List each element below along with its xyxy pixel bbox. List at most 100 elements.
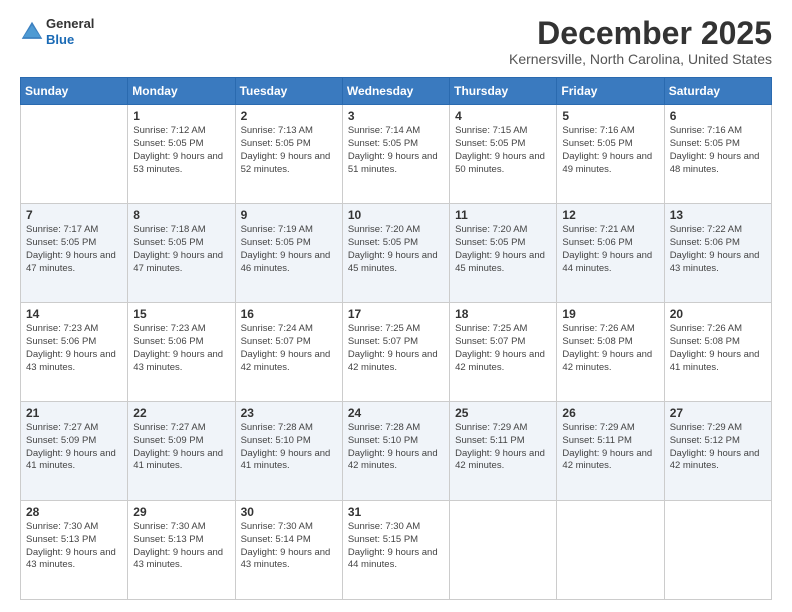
table-row: 9Sunrise: 7:19 AMSunset: 5:05 PMDaylight… xyxy=(235,204,342,303)
table-row: 2Sunrise: 7:13 AMSunset: 5:05 PMDaylight… xyxy=(235,105,342,204)
col-monday: Monday xyxy=(128,78,235,105)
col-thursday: Thursday xyxy=(450,78,557,105)
col-sunday: Sunday xyxy=(21,78,128,105)
day-info: Sunrise: 7:17 AMSunset: 5:05 PMDaylight:… xyxy=(26,224,122,275)
day-number: 23 xyxy=(241,406,337,420)
day-info: Sunrise: 7:16 AMSunset: 5:05 PMDaylight:… xyxy=(670,125,766,176)
day-number: 4 xyxy=(455,109,551,123)
table-row: 23 Sunrise: 7:28 AMSunset: 5:10 PMDayligh… xyxy=(235,402,342,501)
day-number: 28 xyxy=(26,505,122,519)
day-info: Sunrise: 7:28 AMSunset: 5:10 PMDaylight:… xyxy=(348,422,444,473)
day-number: 24 xyxy=(348,406,444,420)
day-info: Sunrise: 7:27 AMSunset: 5:09 PMDaylight:… xyxy=(133,422,229,473)
day-number: 26 xyxy=(562,406,658,420)
day-info: Sunrise: 7:12 AMSunset: 5:05 PMDaylight:… xyxy=(133,125,229,176)
table-row: 3 Sunrise: 7:14 AMSunset: 5:05 PMDaylight… xyxy=(342,105,449,204)
day-info: Sunrise: 7:25 AMSunset: 5:07 PMDaylight:… xyxy=(455,323,551,374)
day-number: 1 xyxy=(133,109,229,123)
day-number: 7 xyxy=(26,208,122,222)
day-number: 10 xyxy=(348,208,444,222)
calendar-week-2: 7 Sunrise: 7:17 AMSunset: 5:05 PMDaylight… xyxy=(21,204,772,303)
table-row: 29 Sunrise: 7:30 AMSunset: 5:13 PMDayligh… xyxy=(128,501,235,600)
table-row: 1 Sunrise: 7:12 AMSunset: 5:05 PMDaylight… xyxy=(128,105,235,204)
table-row: 12 Sunrise: 7:21 AMSunset: 5:06 PMDayligh… xyxy=(557,204,664,303)
day-number: 3 xyxy=(348,109,444,123)
day-info: Sunrise: 7:22 AMSunset: 5:06 PMDaylight:… xyxy=(670,224,766,275)
day-info: Sunrise: 7:15 AMSunset: 5:05 PMDaylight:… xyxy=(455,125,551,176)
day-info: Sunrise: 7:30 AMSunset: 5:13 PMDaylight:… xyxy=(26,521,122,572)
calendar-week-3: 14 Sunrise: 7:23 AMSunset: 5:06 PMDayligh… xyxy=(21,303,772,402)
table-row: 21Sunrise: 7:27 AMSunset: 5:09 PMDayligh… xyxy=(21,402,128,501)
day-info: Sunrise: 7:26 AMSunset: 5:08 PMDaylight:… xyxy=(562,323,658,374)
day-number: 8 xyxy=(133,208,229,222)
table-row: 20 Sunrise: 7:26 AMSunset: 5:08 PMDayligh… xyxy=(664,303,771,402)
day-info: Sunrise: 7:28 AMSunset: 5:10 PMDaylight:… xyxy=(241,422,337,473)
calendar-header-row: Sunday Monday Tuesday Wednesday Thursday… xyxy=(21,78,772,105)
title-section: December 2025 Kernersville, North Caroli… xyxy=(509,16,772,67)
day-info: Sunrise: 7:13 AMSunset: 5:05 PMDaylight:… xyxy=(241,125,337,176)
table-row: 31Sunrise: 7:30 AMSunset: 5:15 PMDayligh… xyxy=(342,501,449,600)
header: General Blue December 2025 Kernersville,… xyxy=(20,16,772,67)
day-info: Sunrise: 7:24 AMSunset: 5:07 PMDaylight:… xyxy=(241,323,337,374)
day-info: Sunrise: 7:23 AMSunset: 5:06 PMDaylight:… xyxy=(133,323,229,374)
day-info: Sunrise: 7:14 AMSunset: 5:05 PMDaylight:… xyxy=(348,125,444,176)
day-info: Sunrise: 7:18 AMSunset: 5:05 PMDaylight:… xyxy=(133,224,229,275)
calendar-table: Sunday Monday Tuesday Wednesday Thursday… xyxy=(20,77,772,600)
day-number: 17 xyxy=(348,307,444,321)
location: Kernersville, North Carolina, United Sta… xyxy=(509,51,772,67)
day-info: Sunrise: 7:29 AMSunset: 5:11 PMDaylight:… xyxy=(562,422,658,473)
day-number: 11 xyxy=(455,208,551,222)
day-info: Sunrise: 7:26 AMSunset: 5:08 PMDaylight:… xyxy=(670,323,766,374)
table-row: 22 Sunrise: 7:27 AMSunset: 5:09 PMDayligh… xyxy=(128,402,235,501)
logo-text: General Blue xyxy=(46,16,94,47)
calendar-week-5: 28 Sunrise: 7:30 AMSunset: 5:13 PMDayligh… xyxy=(21,501,772,600)
table-row: 11 Sunrise: 7:20 AMSunset: 5:05 PMDayligh… xyxy=(450,204,557,303)
day-info: Sunrise: 7:30 AMSunset: 5:14 PMDaylight:… xyxy=(241,521,337,572)
table-row: 6 Sunrise: 7:16 AMSunset: 5:05 PMDaylight… xyxy=(664,105,771,204)
day-info: Sunrise: 7:23 AMSunset: 5:06 PMDaylight:… xyxy=(26,323,122,374)
day-number: 20 xyxy=(670,307,766,321)
day-number: 16 xyxy=(241,307,337,321)
table-row: 16 Sunrise: 7:24 AMSunset: 5:07 PMDayligh… xyxy=(235,303,342,402)
day-number: 22 xyxy=(133,406,229,420)
table-row: 10 Sunrise: 7:20 AMSunset: 5:05 PMDayligh… xyxy=(342,204,449,303)
logo-icon xyxy=(20,20,44,44)
table-row: 8 Sunrise: 7:18 AMSunset: 5:05 PMDaylight… xyxy=(128,204,235,303)
day-number: 12 xyxy=(562,208,658,222)
table-row: 17 Sunrise: 7:25 AMSunset: 5:07 PMDayligh… xyxy=(342,303,449,402)
table-row: 25Sunrise: 7:29 AMSunset: 5:11 PMDayligh… xyxy=(450,402,557,501)
day-info: Sunrise: 7:20 AMSunset: 5:05 PMDaylight:… xyxy=(455,224,551,275)
table-row: 19 Sunrise: 7:26 AMSunset: 5:08 PMDayligh… xyxy=(557,303,664,402)
day-info: Sunrise: 7:30 AMSunset: 5:13 PMDaylight:… xyxy=(133,521,229,572)
logo-general: General xyxy=(46,16,94,32)
day-number: 19 xyxy=(562,307,658,321)
day-info: Sunrise: 7:21 AMSunset: 5:06 PMDaylight:… xyxy=(562,224,658,275)
day-info: Sunrise: 7:16 AMSunset: 5:05 PMDaylight:… xyxy=(562,125,658,176)
day-number: 6 xyxy=(670,109,766,123)
col-friday: Friday xyxy=(557,78,664,105)
table-row xyxy=(21,105,128,204)
day-number: 25 xyxy=(455,406,551,420)
calendar-week-1: 1 Sunrise: 7:12 AMSunset: 5:05 PMDaylight… xyxy=(21,105,772,204)
day-number: 29 xyxy=(133,505,229,519)
table-row: 7 Sunrise: 7:17 AMSunset: 5:05 PMDaylight… xyxy=(21,204,128,303)
month-title: December 2025 xyxy=(509,16,772,51)
table-row: 18 Sunrise: 7:25 AMSunset: 5:07 PMDayligh… xyxy=(450,303,557,402)
day-info: Sunrise: 7:30 AMSunset: 5:15 PMDaylight:… xyxy=(348,521,444,572)
table-row: 13 Sunrise: 7:22 AMSunset: 5:06 PMDayligh… xyxy=(664,204,771,303)
day-number: 13 xyxy=(670,208,766,222)
day-info: Sunrise: 7:25 AMSunset: 5:07 PMDaylight:… xyxy=(348,323,444,374)
col-tuesday: Tuesday xyxy=(235,78,342,105)
table-row: 30Sunrise: 7:30 AMSunset: 5:14 PMDayligh… xyxy=(235,501,342,600)
day-number: 14 xyxy=(26,307,122,321)
table-row: 4 Sunrise: 7:15 AMSunset: 5:05 PMDaylight… xyxy=(450,105,557,204)
day-number: 18 xyxy=(455,307,551,321)
day-number: 15 xyxy=(133,307,229,321)
day-info: Sunrise: 7:29 AMSunset: 5:12 PMDaylight:… xyxy=(670,422,766,473)
table-row: 26 Sunrise: 7:29 AMSunset: 5:11 PMDayligh… xyxy=(557,402,664,501)
table-row: 14 Sunrise: 7:23 AMSunset: 5:06 PMDayligh… xyxy=(21,303,128,402)
table-row xyxy=(557,501,664,600)
day-info: Sunrise: 7:20 AMSunset: 5:05 PMDaylight:… xyxy=(348,224,444,275)
day-number: 27 xyxy=(670,406,766,420)
table-row: 24 Sunrise: 7:28 AMSunset: 5:10 PMDayligh… xyxy=(342,402,449,501)
